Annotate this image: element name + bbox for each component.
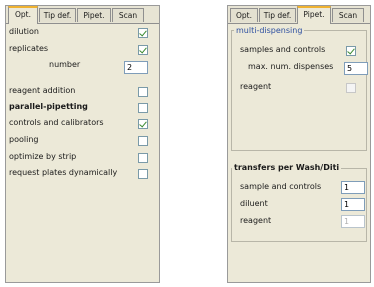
max-num-dispenses-input[interactable]: 5 [344,62,368,75]
replicates-label: replicates [9,44,49,53]
reagent-addition-label: reagent addition [9,86,76,95]
left-tab-pipet[interactable]: Pipet. [77,8,111,22]
controls-and-calibrators-label: controls and calibrators [9,118,104,127]
number-input[interactable]: 2 [124,61,148,74]
samples-and-controls-checkbox[interactable] [346,46,356,56]
transfer-reagent-input[interactable]: 1 [341,215,365,228]
diluent-label: diluent [240,199,268,208]
left-options-panel: Opt. Tip def. Pipet. Scan dilution repli… [5,5,160,283]
reagent-addition-checkbox[interactable] [138,87,148,97]
right-tab-bar: Opt. Tip def. Pipet. Scan [228,6,370,24]
parallel-pipetting-label: parallel-pipetting [9,102,88,111]
samples-and-controls-label: samples and controls [240,45,326,54]
right-pipetting-panel: Opt. Tip def. Pipet. Scan multi-dispensi… [227,5,371,283]
transfer-reagent-label: reagent [240,216,272,225]
optimize-by-strip-label: optimize by strip [9,152,77,161]
transfer-sample-and-controls-input[interactable]: 1 [341,181,365,194]
right-tab-tip-def[interactable]: Tip def. [259,8,296,22]
pooling-checkbox[interactable] [138,136,148,146]
replicates-checkbox[interactable] [138,45,148,55]
left-tab-opt[interactable]: Opt. [8,6,38,24]
left-tab-tip-def[interactable]: Tip def. [39,8,76,22]
transfer-sample-and-controls-label: sample and controls [240,182,322,191]
left-tab-bar: Opt. Tip def. Pipet. Scan [6,6,159,24]
multi-dispensing-title: multi-dispensing [234,26,305,35]
transfers-title: transfers per Wash/Diti [232,163,342,172]
dilution-label: dilution [9,27,39,36]
reagent-label: reagent [240,82,272,91]
parallel-pipetting-checkbox[interactable] [138,103,148,113]
diluent-input[interactable]: 1 [341,198,365,211]
dilution-checkbox[interactable] [138,28,148,38]
controls-and-calibrators-checkbox[interactable] [138,119,148,129]
number-label: number [49,60,81,69]
optimize-by-strip-checkbox[interactable] [138,153,148,163]
max-num-dispenses-label: max. num. dispenses [248,62,334,71]
right-tab-pipet[interactable]: Pipet. [297,6,331,24]
right-tab-opt[interactable]: Opt. [230,8,258,22]
right-tab-scan[interactable]: Scan [332,8,364,22]
pooling-label: pooling [9,135,39,144]
left-tab-scan[interactable]: Scan [112,8,144,22]
reagent-checkbox[interactable] [346,83,356,93]
request-plates-dynamically-label: request plates dynamically [9,168,118,177]
request-plates-dynamically-checkbox[interactable] [138,169,148,179]
